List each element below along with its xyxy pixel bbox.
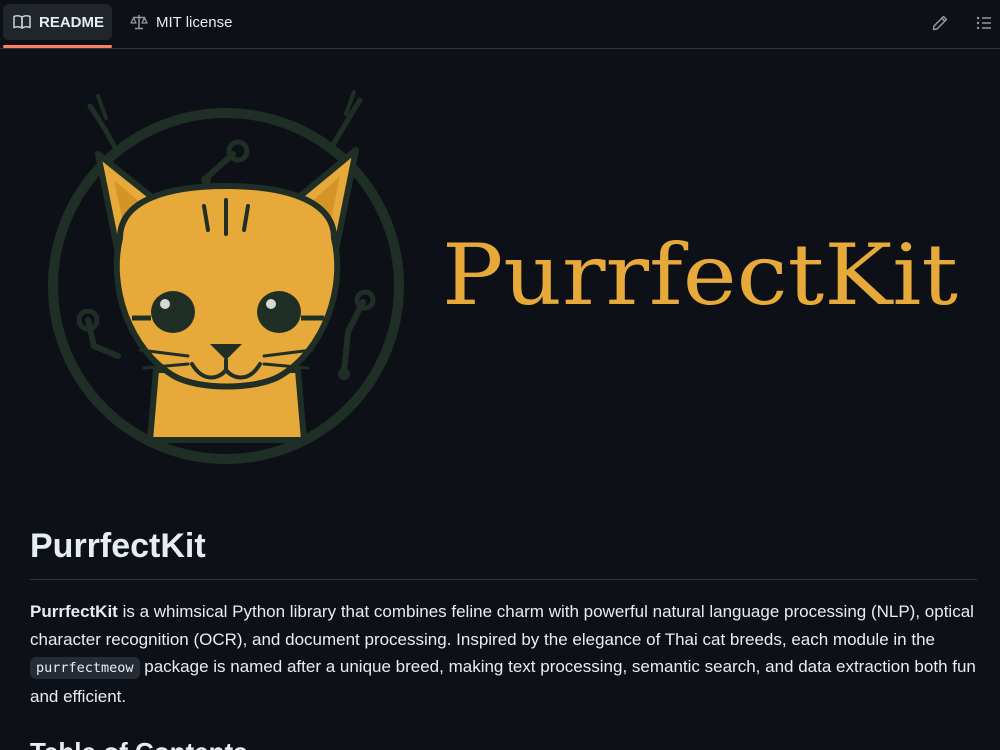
edit-file-button[interactable] — [927, 10, 953, 36]
tab-readme-label: README — [39, 13, 105, 31]
intro-text-part2: package is named after a unique breed, m… — [30, 657, 976, 706]
purrfectkit-banner: PurrfectKit — [48, 90, 958, 464]
pencil-icon — [932, 15, 948, 31]
tab-license-label: MIT license — [156, 13, 233, 31]
intro-project-name: PurrfectKit — [30, 602, 118, 621]
tab-readme[interactable]: README — [3, 4, 112, 40]
cat-logo — [48, 90, 404, 464]
file-view-tabbar: README MIT license — [0, 0, 1000, 49]
active-tab-indicator — [3, 45, 112, 48]
package-name-code: purrfectmeow — [30, 657, 140, 680]
list-unordered-icon — [976, 16, 991, 30]
intro-paragraph: PurrfectKit is a whimsical Python librar… — [30, 598, 980, 710]
intro-text-part1: is a whimsical Python library that combi… — [30, 602, 974, 649]
banner-logo-text: PurrfectKit — [442, 226, 958, 324]
toc-heading: Table of Contents — [30, 736, 248, 750]
law-scale-icon — [130, 15, 148, 30]
tab-license[interactable]: MIT license — [120, 4, 250, 40]
book-icon — [13, 15, 31, 29]
readme-title: PurrfectKit — [30, 527, 206, 565]
outline-button[interactable] — [971, 10, 997, 36]
heading-divider — [30, 579, 977, 580]
